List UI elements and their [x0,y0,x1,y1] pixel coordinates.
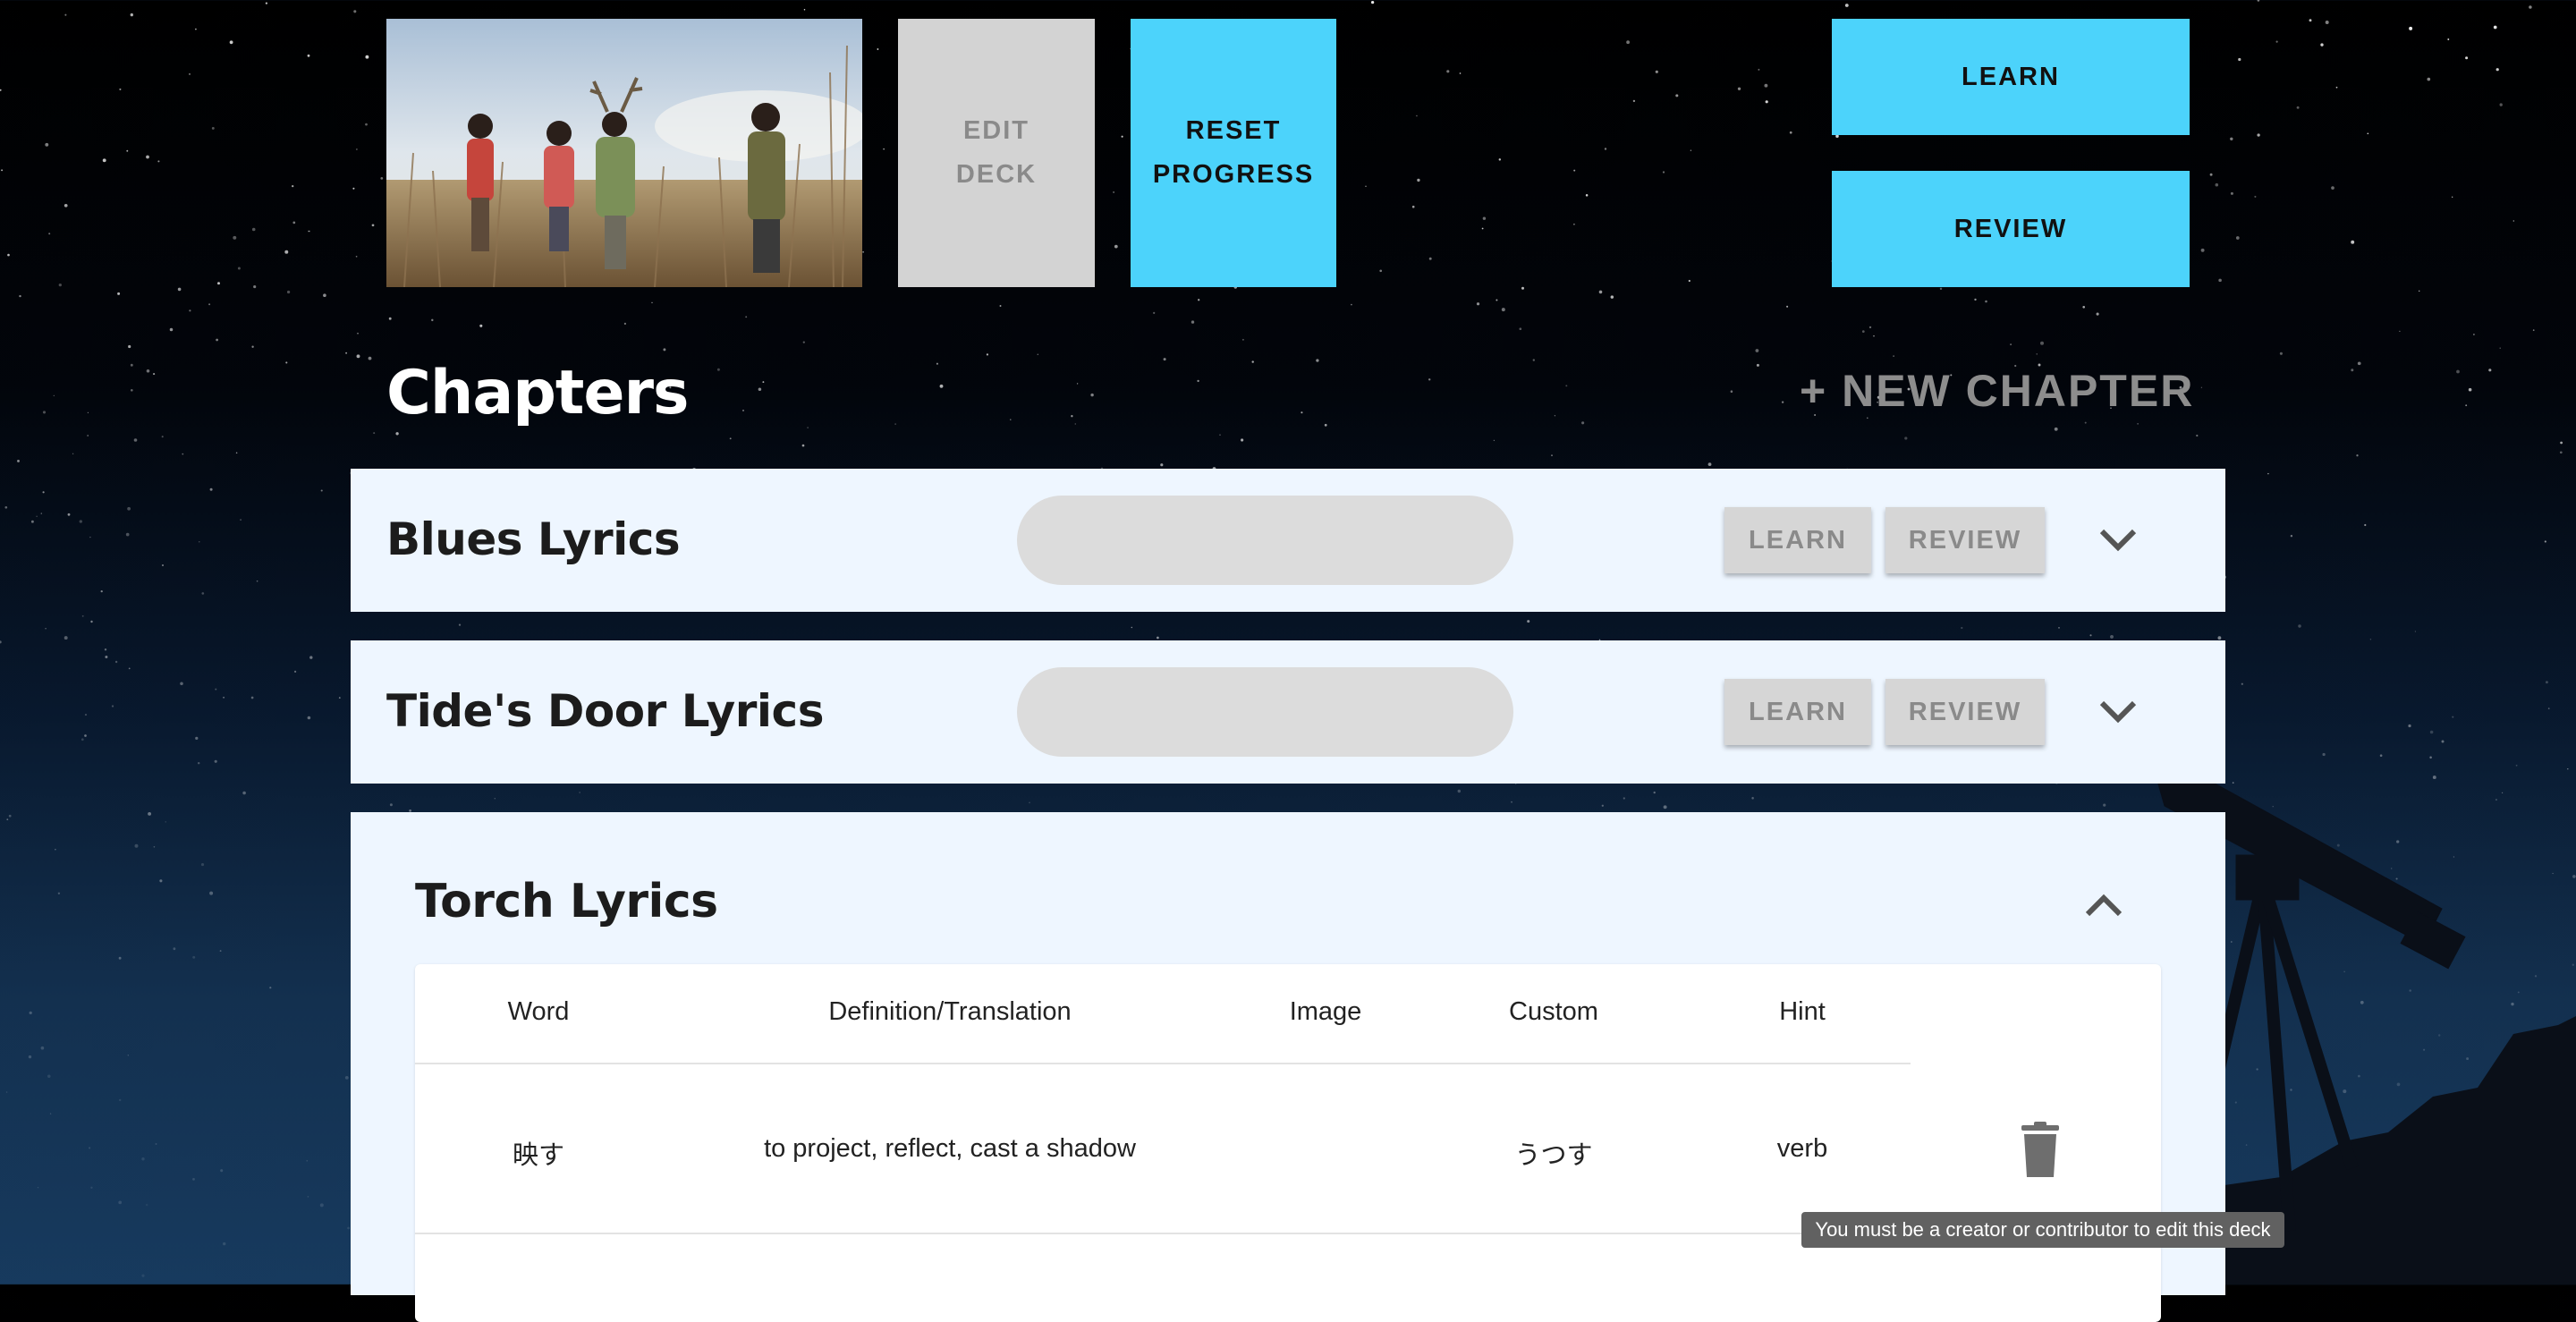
new-chapter-button[interactable]: + NEW CHAPTER [1800,365,2194,417]
deck-review-button[interactable]: REVIEW [1832,171,2190,287]
column-header-image: Image [1289,997,1362,1026]
column-header-custom: Custom [1509,997,1598,1026]
cell-hint: verb [1776,1134,1828,1163]
chapter-progress-bar [1017,667,1513,757]
cell-definition: to project, reflect, cast a shadow [764,1134,1136,1163]
chapter-learn-button[interactable]: LEARN [1724,679,1871,745]
trash-icon[interactable] [2020,1122,2061,1177]
deck-review-label: REVIEW [1953,214,2068,243]
deck-learn-button[interactable]: LEARN [1832,19,2190,135]
chapter-row-blues-lyrics[interactable]: Blues Lyrics LEARN REVIEW [351,469,2225,612]
chapter-title: Torch Lyrics [415,875,718,928]
permission-tooltip: You must be a creator or contributor to … [1801,1212,2284,1248]
reset-progress-label-line1: RESET [1185,116,1282,145]
deck-learn-label: LEARN [1962,62,2060,91]
reset-progress-button[interactable]: RESET PROGRESS [1131,19,1336,287]
chevron-up-icon[interactable] [2082,887,2125,923]
chapter-review-button[interactable]: REVIEW [1885,679,2045,745]
cell-custom: うつす [1514,1140,1593,1170]
chevron-down-icon[interactable] [2097,694,2140,730]
chapter-progress-bar [1017,496,1513,585]
table-header-divider [415,1063,1911,1064]
deck-cover-image [386,19,862,287]
edit-deck-label-line1: EDIT [962,116,1030,145]
column-header-hint: Hint [1779,997,1826,1026]
chapters-heading: Chapters [386,358,690,428]
edit-deck-button[interactable]: EDIT DECK [898,19,1095,287]
chevron-down-icon[interactable] [2097,522,2140,558]
chapter-row-tides-door-lyrics[interactable]: Tide's Door Lyrics LEARN REVIEW [351,640,2225,784]
word-table: Word Definition/Translation Image Custom… [415,964,2161,1322]
chapter-learn-button[interactable]: LEARN [1724,507,1871,573]
column-header-word: Word [507,997,570,1026]
chapter-review-button[interactable]: REVIEW [1885,507,2045,573]
chapter-title: Blues Lyrics [386,513,681,565]
chapter-title: Tide's Door Lyrics [386,685,824,737]
column-header-definition: Definition/Translation [828,997,1072,1026]
cell-word: 映す [512,1140,565,1170]
edit-deck-label-line2: DECK [955,160,1038,189]
reset-progress-label-line2: PROGRESS [1152,160,1315,189]
